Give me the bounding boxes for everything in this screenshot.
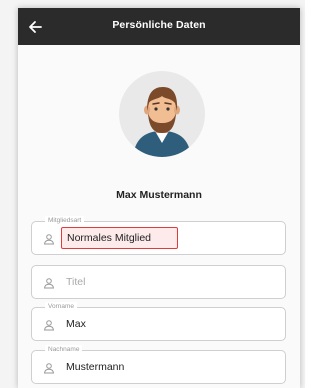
membership-type-label: Mitgliedsart — [45, 216, 85, 225]
app-bar: Persönliche Daten — [18, 8, 300, 45]
profile-name: Max Mustermann — [116, 189, 202, 201]
last-name-label: Nachname — [45, 345, 83, 354]
person-icon — [43, 363, 55, 374]
title-placeholder: Titel — [66, 276, 86, 288]
first-name-label: Vorname — [45, 302, 78, 311]
last-name-value: Mustermann — [66, 361, 125, 373]
membership-type-highlight: Normales Mitglied — [61, 227, 178, 249]
person-avatar-icon — [133, 87, 191, 157]
person-icon — [43, 234, 55, 245]
membership-type-value: Normales Mitglied — [67, 232, 152, 244]
title-field[interactable]: Titel — [31, 265, 286, 299]
avatar — [119, 71, 205, 157]
page-title: Persönliche Daten — [112, 19, 206, 31]
first-name-value: Max — [66, 318, 86, 330]
membership-type-field[interactable]: Mitgliedsart Normales Mitglied — [31, 216, 286, 255]
first-name-field[interactable]: Vorname Max — [31, 302, 286, 341]
person-icon — [43, 320, 55, 331]
page: Persönliche Daten Max Mustermann Mitglie — [0, 0, 305, 388]
person-icon — [43, 278, 55, 289]
app-screen: Persönliche Daten Max Mustermann Mitglie — [18, 8, 300, 388]
last-name-field[interactable]: Nachname Mustermann — [31, 345, 286, 384]
